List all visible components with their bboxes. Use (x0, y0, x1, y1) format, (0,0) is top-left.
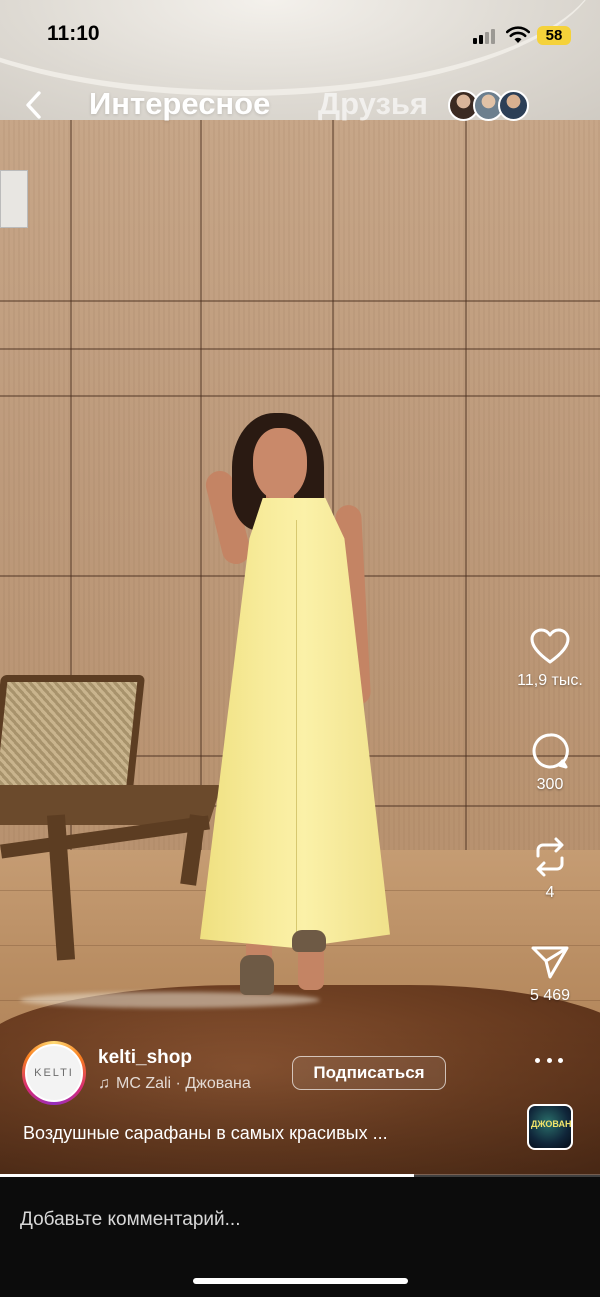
share-button[interactable]: 5 469 (505, 943, 595, 1005)
audio-track[interactable]: ♫ MC Zali · Джована (98, 1075, 251, 1093)
repost-count: 4 (545, 884, 555, 901)
repost-button[interactable]: 4 (505, 836, 595, 902)
comment-button[interactable]: 300 (505, 732, 595, 794)
model-face (253, 428, 307, 500)
tab-friends[interactable]: Друзья (318, 86, 428, 122)
like-count: 11,9 тыс. (517, 672, 583, 689)
avatar-logo-text: KELTI (25, 1044, 83, 1102)
back-chevron-icon[interactable] (20, 88, 50, 122)
username[interactable]: kelti_shop (98, 1047, 192, 1069)
comment-input[interactable] (20, 1207, 560, 1233)
home-indicator (193, 1278, 408, 1284)
sandal (240, 955, 274, 995)
profile-avatar[interactable]: KELTI (22, 1041, 86, 1105)
post-caption[interactable]: Воздушные сарафаны в самых красивых ... (23, 1123, 388, 1144)
dress-seam (296, 520, 297, 940)
heart-icon (530, 628, 570, 664)
battery-indicator: 58 (537, 26, 571, 45)
repost-arrows-icon (536, 837, 564, 877)
audio-track-label: MC Zali · Джована (116, 1075, 251, 1092)
bottom-shade (0, 1020, 600, 1175)
comment-count: 300 (536, 776, 564, 793)
wall-vent (0, 170, 28, 228)
audio-thumbnail-text: ДЖОВАНА (531, 1119, 572, 1129)
subscribe-button[interactable]: Подписаться (292, 1056, 446, 1090)
wifi-icon (506, 26, 530, 43)
tab-interesting[interactable]: Интересное (89, 86, 270, 122)
friends-avatars[interactable] (448, 90, 529, 121)
music-note-icon: ♫ (98, 1075, 110, 1092)
comment-bubble-icon (532, 733, 569, 769)
share-count: 5 469 (529, 987, 571, 1004)
status-time: 11:10 (47, 22, 100, 45)
more-options-icon[interactable] (535, 1050, 563, 1070)
cellular-signal-icon (473, 28, 499, 44)
paper-plane-icon (531, 946, 569, 979)
audio-thumbnail[interactable]: ДЖОВАНА (527, 1104, 573, 1150)
sandal (292, 930, 326, 952)
friend-avatar (498, 90, 529, 121)
rug-edge (20, 992, 320, 1008)
like-button[interactable]: 11,9 тыс. (505, 628, 595, 690)
